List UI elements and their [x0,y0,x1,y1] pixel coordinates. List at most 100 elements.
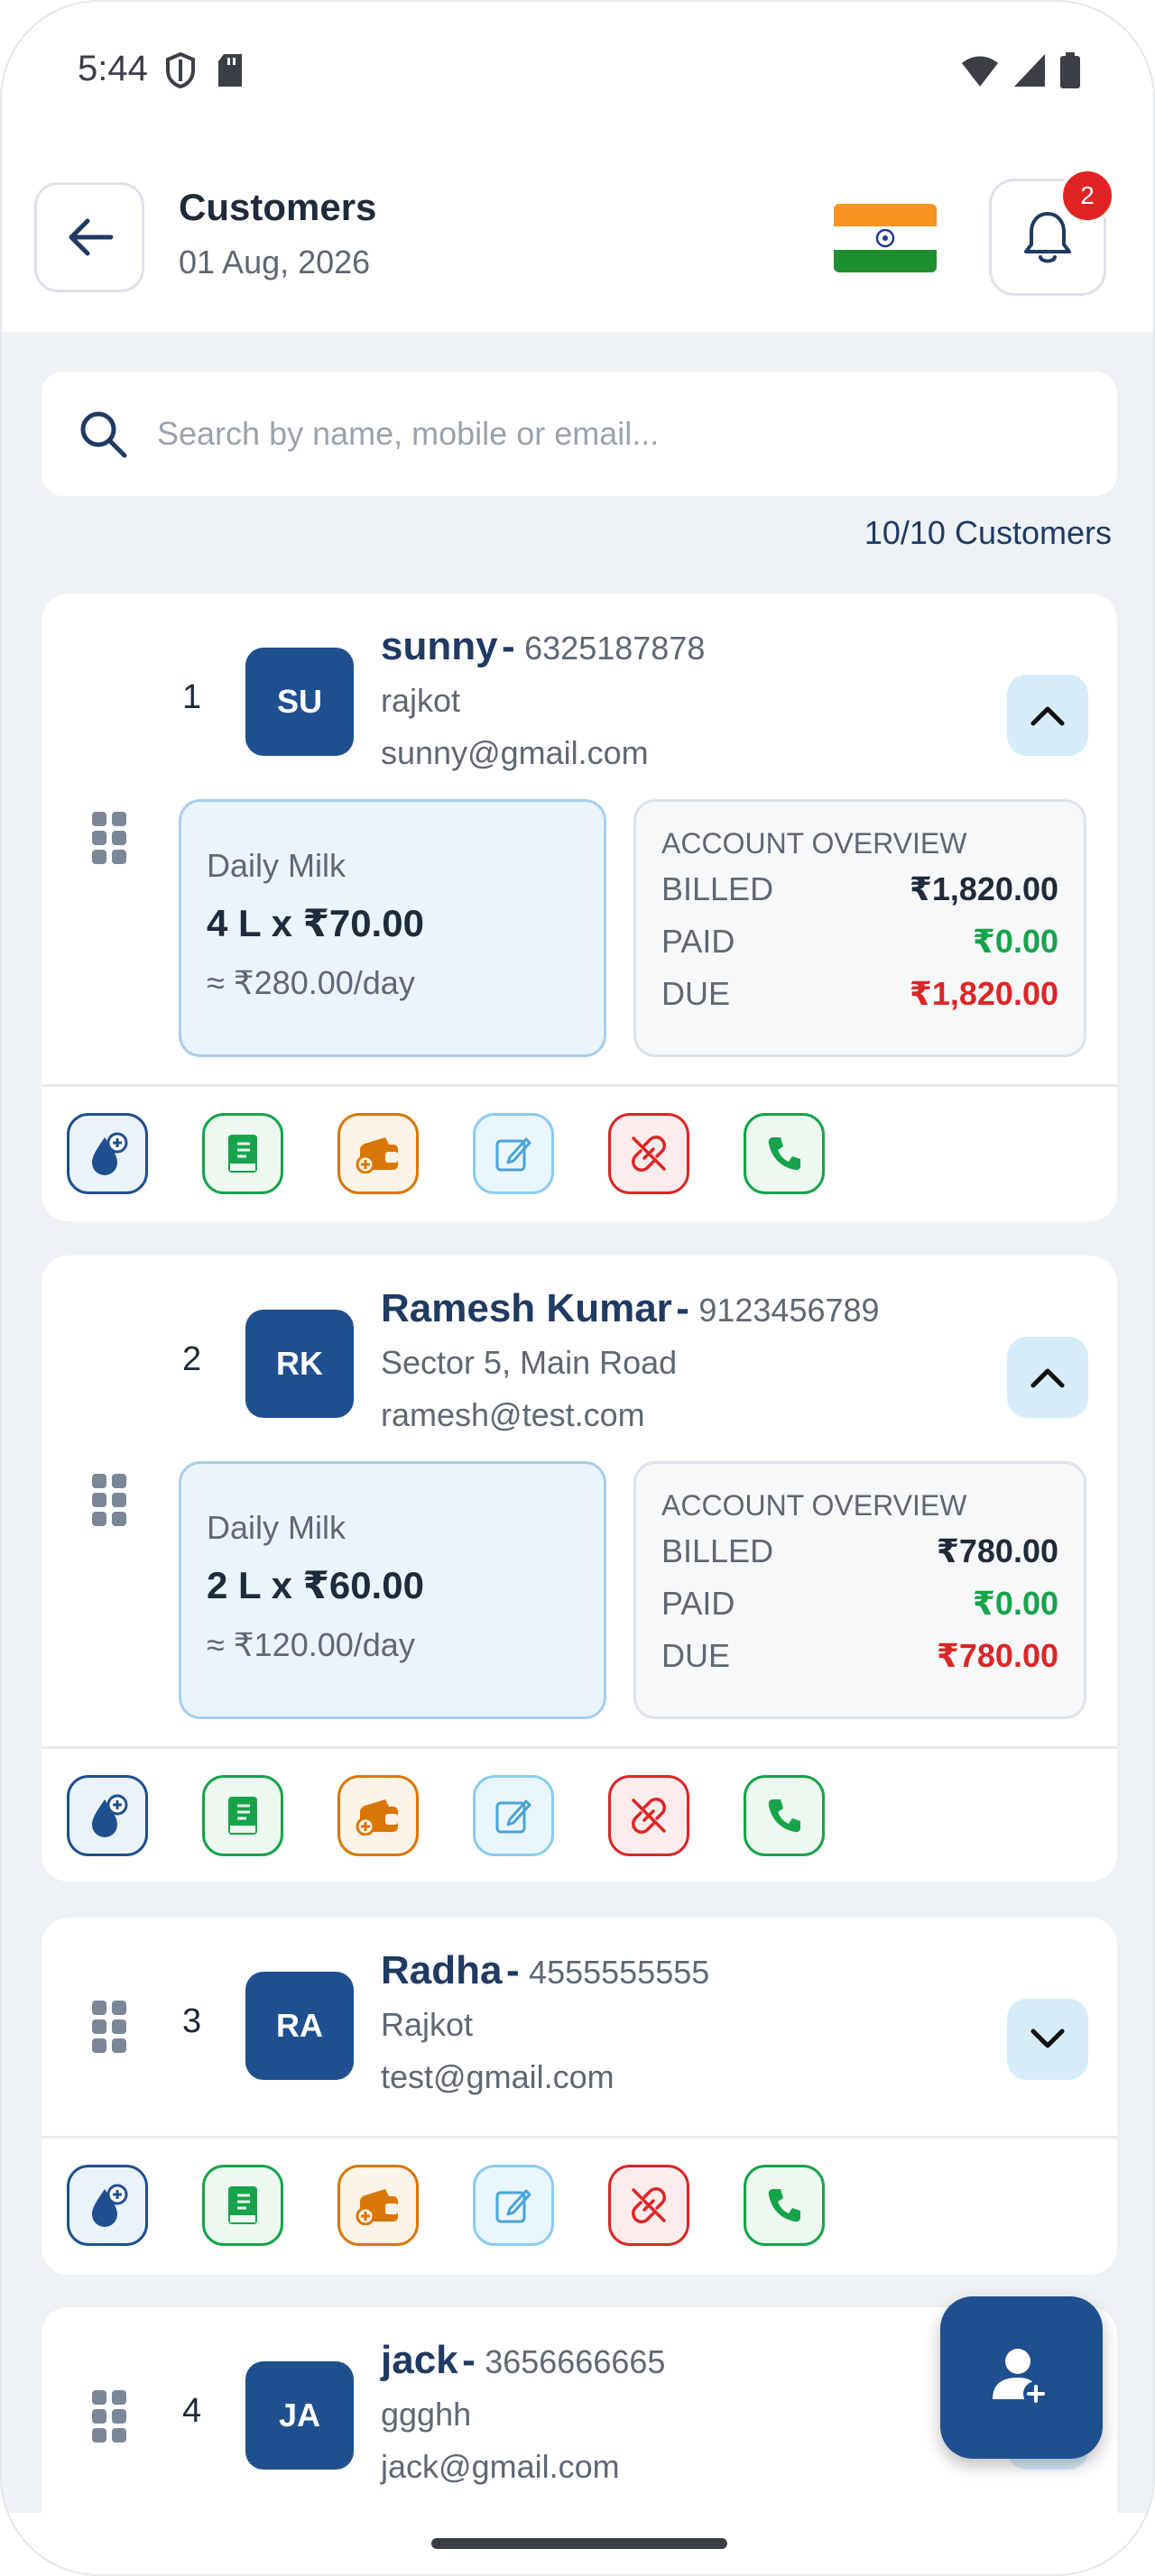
search-input[interactable] [157,415,969,453]
name-separator: - [676,1286,689,1330]
avatar: RA [245,1972,354,2080]
wallet-button[interactable] [337,2165,419,2246]
customer-address: Rajkot [381,2006,474,2043]
avatar: JA [245,2361,354,2470]
name-separator: - [462,2338,476,2382]
unlink-icon [632,1798,666,1834]
ledger-button[interactable] [202,1775,283,1856]
expand-button[interactable] [1007,1999,1088,2080]
customer-email: sunny@gmail.com [381,734,649,771]
paid-value: ₹0.00 [972,923,1058,960]
edit-icon [495,1137,531,1172]
card-actions [67,2165,825,2246]
billed-label: BILLED [661,870,774,907]
customer-phone: 4555555555 [529,1954,710,1991]
ledger-icon [228,1135,257,1173]
add-milk-icon [92,1794,128,1837]
paid-label: PAID [661,923,735,960]
edit-button[interactable] [473,2165,554,2246]
page-title: Customers [179,186,377,228]
card-divider [42,1084,1117,1087]
unlink-button[interactable] [608,2165,689,2246]
chevron-down-icon [1030,2029,1065,2048]
unlink-button[interactable] [608,1113,689,1194]
collapse-button[interactable] [1007,675,1088,756]
customer-name[interactable]: Radha [381,1948,502,1992]
customer-heading: jack - 3656666665 [381,2338,665,2383]
chevron-up-icon [1030,706,1065,726]
call-button[interactable] [744,2165,825,2246]
add-milk-button[interactable] [67,1775,148,1856]
add-milk-button[interactable] [67,2165,148,2246]
search-icon [80,411,127,458]
app-header: Customers 01 Aug, 2026 [2,164,1153,332]
ledger-icon [228,1797,257,1835]
card-divider [42,1746,1117,1749]
name-separator: - [505,1948,520,1992]
name-separator: - [502,624,515,668]
customer-card[interactable]: 3 RA Radha - 4555555555 Rajkot test@gmai… [42,1918,1117,2275]
daily-milk-per-day: ≈ ₹120.00/day [207,1626,415,1663]
account-overview-title: ACCOUNT OVERVIEW [661,827,967,860]
back-button[interactable] [34,182,144,292]
add-milk-icon [92,2184,128,2227]
edit-button[interactable] [473,1113,554,1194]
paid-row: PAID ₹0.00 [661,1585,1058,1623]
due-row: DUE ₹780.00 [661,1637,1058,1675]
wallet-add-icon [356,1799,398,1835]
call-button[interactable] [744,1113,825,1194]
wallet-add-icon [356,2189,398,2225]
billed-label: BILLED [661,1532,774,1569]
phone-icon [768,1137,800,1171]
ledger-button[interactable] [202,2165,283,2246]
customer-phone: 9123456789 [698,1292,880,1329]
edit-icon [495,2189,531,2223]
phone-icon [768,2189,800,2222]
bell-icon [1024,212,1071,263]
unlink-icon [632,2187,666,2223]
daily-milk-qty: 4 L x ₹70.00 [207,902,424,944]
india-flag-icon[interactable] [834,204,937,272]
search-bar [42,372,1117,496]
daily-milk-box: Daily Milk 2 L x ₹60.00 ≈ ₹120.00/day [179,1461,606,1719]
customer-phone: 6325187878 [524,630,706,667]
billed-row: BILLED ₹780.00 [661,1532,1058,1570]
customer-address: ggghh [381,2396,472,2433]
ledger-button[interactable] [202,1113,283,1194]
customer-index: 2 [182,1340,202,1378]
unlink-icon [632,1136,666,1172]
billed-row: BILLED ₹1,820.00 [661,870,1058,908]
add-milk-icon [92,1132,128,1175]
customer-email: jack@gmail.com [381,2448,620,2485]
due-value: ₹1,820.00 [909,975,1058,1012]
call-button[interactable] [744,1775,825,1856]
wallet-button[interactable] [337,1113,419,1194]
customer-card[interactable]: 1 SU sunny - 6325187878 rajkot sunny@gma… [42,593,1117,1221]
customer-card[interactable]: 2 RK Ramesh Kumar - 9123456789 Sector 5,… [42,1256,1117,1881]
wallet-button[interactable] [337,1775,419,1856]
drag-handle-icon[interactable] [92,2001,132,2053]
add-customer-button[interactable] [940,2296,1103,2459]
drag-handle-icon[interactable] [92,812,132,864]
shield-icon [166,52,195,88]
unlink-button[interactable] [608,1775,689,1856]
drag-handle-icon[interactable] [92,2390,132,2443]
collapse-button[interactable] [1007,1337,1088,1418]
edit-button[interactable] [473,1775,554,1856]
account-overview-box: ACCOUNT OVERVIEW BILLED ₹1,820.00 PAID ₹… [633,799,1086,1057]
customer-heading: sunny - 6325187878 [381,624,705,669]
add-milk-button[interactable] [67,1113,148,1194]
due-label: DUE [661,1637,731,1674]
customer-name[interactable]: Ramesh Kumar [381,1286,672,1330]
customer-name[interactable]: sunny [381,624,498,668]
arrow-left-icon [69,218,113,256]
customer-email: ramesh@test.com [381,1396,645,1433]
home-indicator[interactable] [431,2538,727,2549]
customer-index: 3 [182,2002,202,2040]
customer-address: rajkot [381,682,461,719]
card-divider [42,2136,1117,2139]
due-label: DUE [661,975,731,1012]
customer-name[interactable]: jack [381,2338,458,2382]
drag-handle-icon[interactable] [92,1474,132,1526]
card-actions [67,1775,825,1856]
